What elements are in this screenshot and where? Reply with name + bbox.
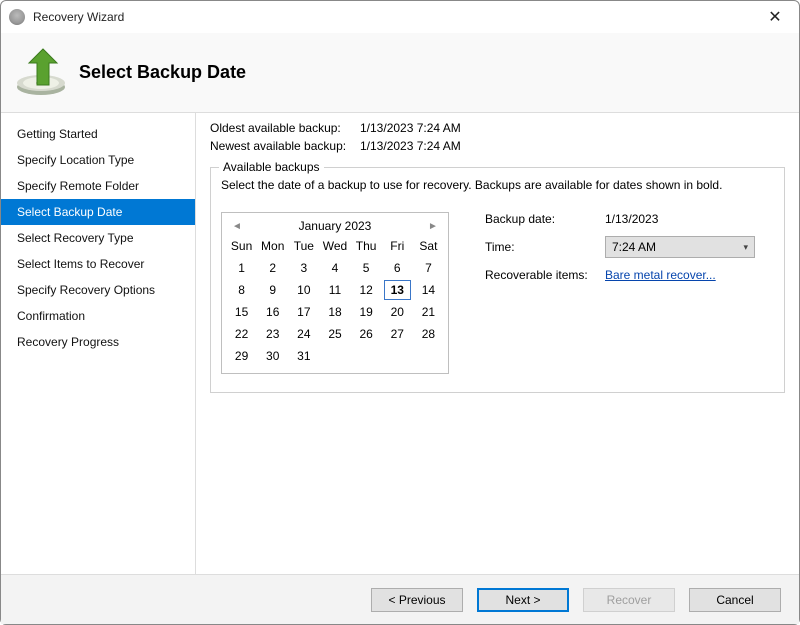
sidebar-item-specify-recovery-options[interactable]: Specify Recovery Options [1, 277, 195, 303]
available-backups-group: Available backups Select the date of a b… [210, 167, 785, 393]
sidebar-item-select-recovery-type[interactable]: Select Recovery Type [1, 225, 195, 251]
calendar-day[interactable]: 12 [353, 280, 380, 300]
calendar-day[interactable]: 18 [321, 302, 348, 322]
calendar-dow: Fri [382, 237, 413, 257]
sidebar-item-confirmation[interactable]: Confirmation [1, 303, 195, 329]
calendar-month-label: January 2023 [299, 219, 372, 233]
calendar-day[interactable]: 28 [415, 324, 442, 344]
backup-details: Backup date: 1/13/2023 Time: 7:24 AM ▾ R… [485, 212, 774, 374]
sidebar-item-specify-location-type[interactable]: Specify Location Type [1, 147, 195, 173]
cancel-button[interactable]: Cancel [689, 588, 781, 612]
sidebar-item-recovery-progress[interactable]: Recovery Progress [1, 329, 195, 355]
recover-button: Recover [583, 588, 675, 612]
calendar-day[interactable]: 7 [415, 258, 442, 278]
calendar-day[interactable]: 5 [353, 258, 380, 278]
calendar-dow: Wed [319, 237, 350, 257]
calendar-day[interactable]: 25 [321, 324, 348, 344]
calendar-day[interactable]: 19 [353, 302, 380, 322]
page-title: Select Backup Date [79, 62, 246, 83]
content: Oldest available backup: 1/13/2023 7:24 … [196, 113, 799, 574]
calendar-day[interactable]: 2 [259, 258, 286, 278]
calendar-next-month-icon[interactable]: ► [426, 221, 440, 232]
calendar-day[interactable]: 14 [415, 280, 442, 300]
calendar-prev-month-icon[interactable]: ◄ [230, 221, 244, 232]
calendar-dow: Tue [288, 237, 319, 257]
oldest-backup-label: Oldest available backup: [210, 121, 360, 135]
calendar-day[interactable]: 26 [353, 324, 380, 344]
calendar-dow: Sun [226, 237, 257, 257]
next-button[interactable]: Next > [477, 588, 569, 612]
calendar-day[interactable]: 20 [384, 302, 411, 322]
calendar-day[interactable]: 13 [384, 280, 411, 300]
backup-date-value: 1/13/2023 [605, 212, 658, 226]
calendar-dow: Mon [257, 237, 288, 257]
window-title: Recovery Wizard [33, 10, 124, 24]
calendar-day[interactable]: 21 [415, 302, 442, 322]
sidebar-item-select-backup-date[interactable]: Select Backup Date [1, 199, 195, 225]
backup-date-label: Backup date: [485, 212, 605, 226]
sidebar-item-getting-started[interactable]: Getting Started [1, 121, 195, 147]
calendar-day[interactable]: 15 [228, 302, 255, 322]
calendar-day[interactable]: 27 [384, 324, 411, 344]
previous-button[interactable]: < Previous [371, 588, 463, 612]
calendar: ◄ January 2023 ► SunMonTueWedThuFriSat 1… [221, 212, 449, 374]
calendar-day[interactable]: 9 [259, 280, 286, 300]
recoverable-items-link[interactable]: Bare metal recover... [605, 268, 716, 282]
time-select-value: 7:24 AM [612, 240, 656, 254]
calendar-day[interactable]: 24 [290, 324, 317, 344]
calendar-dow: Thu [351, 237, 382, 257]
titlebar: Recovery Wizard ✕ [1, 1, 799, 33]
calendar-day[interactable]: 6 [384, 258, 411, 278]
time-select[interactable]: 7:24 AM ▾ [605, 236, 755, 258]
calendar-day[interactable]: 10 [290, 280, 317, 300]
calendar-day[interactable]: 29 [228, 346, 255, 366]
calendar-day[interactable]: 23 [259, 324, 286, 344]
footer: < Previous Next > Recover Cancel [1, 574, 799, 624]
chevron-down-icon: ▾ [743, 242, 748, 253]
header-area: Select Backup Date [1, 33, 799, 113]
backup-cd-arrow-icon [13, 45, 69, 101]
sidebar-item-select-items-to-recover[interactable]: Select Items to Recover [1, 251, 195, 277]
calendar-day[interactable]: 31 [290, 346, 317, 366]
recovery-wizard-window: Recovery Wizard ✕ Select Backup Date Get… [0, 0, 800, 625]
calendar-day[interactable]: 1 [228, 258, 255, 278]
time-label: Time: [485, 240, 605, 254]
newest-backup-value: 1/13/2023 7:24 AM [360, 139, 461, 153]
calendar-day[interactable]: 11 [321, 280, 348, 300]
calendar-day[interactable]: 30 [259, 346, 286, 366]
sidebar: Getting StartedSpecify Location TypeSpec… [1, 113, 195, 574]
available-backups-desc: Select the date of a backup to use for r… [221, 178, 774, 192]
calendar-day[interactable]: 8 [228, 280, 255, 300]
recoverable-items-label: Recoverable items: [485, 268, 605, 282]
newest-backup-label: Newest available backup: [210, 139, 360, 153]
close-icon[interactable]: ✕ [759, 7, 791, 27]
calendar-dow: Sat [413, 237, 444, 257]
available-backups-legend: Available backups [219, 160, 324, 174]
calendar-day[interactable]: 17 [290, 302, 317, 322]
app-icon [9, 9, 25, 25]
sidebar-item-specify-remote-folder[interactable]: Specify Remote Folder [1, 173, 195, 199]
calendar-day[interactable]: 3 [290, 258, 317, 278]
calendar-day[interactable]: 4 [321, 258, 348, 278]
calendar-day[interactable]: 22 [228, 324, 255, 344]
oldest-backup-value: 1/13/2023 7:24 AM [360, 121, 461, 135]
calendar-day[interactable]: 16 [259, 302, 286, 322]
